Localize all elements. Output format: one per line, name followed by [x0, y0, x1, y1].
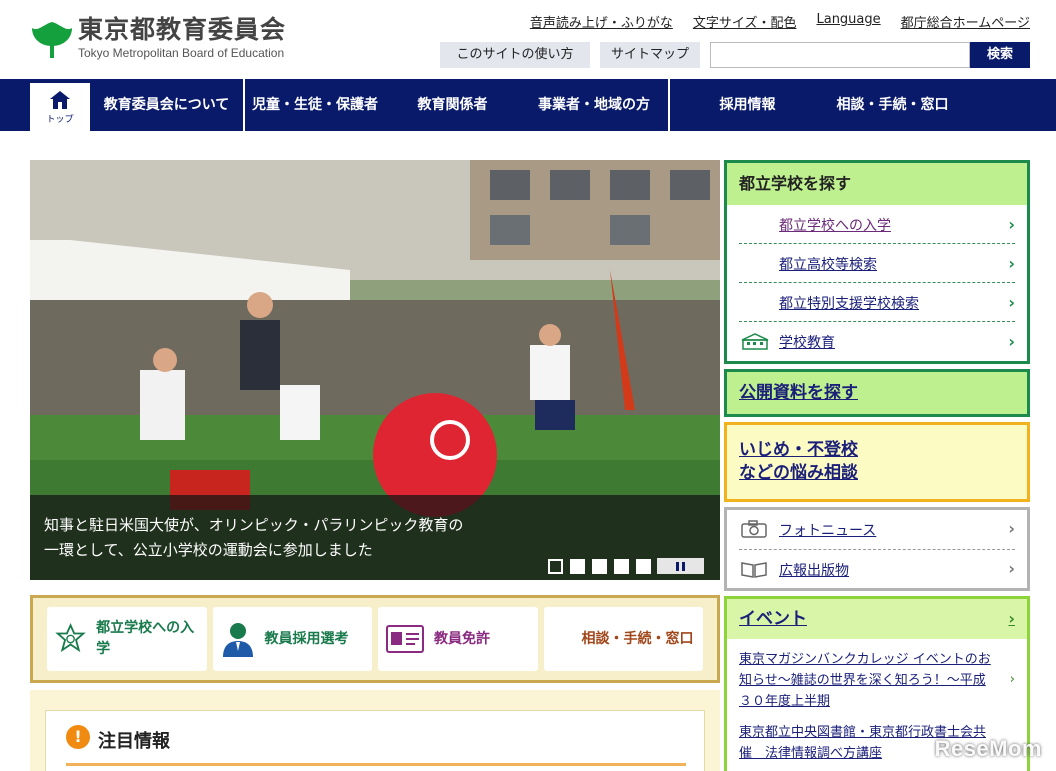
event-title: イベント [739, 609, 807, 629]
hero-slideshow[interactable]: 知事と駐日米国大使が、オリンピック・パラリンピック教育の 一環として、公立小学校… [30, 160, 720, 580]
chevron-right-icon: › [1008, 254, 1015, 273]
chevron-right-icon: › [1008, 559, 1015, 578]
school-admission-label: 都立学校への入学 [779, 218, 891, 234]
quick-consultation-label: 相談・手続・窓口 [581, 630, 694, 647]
nav-consultation[interactable]: 相談・手続・窓口 [825, 79, 960, 131]
slide-dot-3[interactable] [592, 559, 607, 574]
link-tokyo-gov-home[interactable]: 都庁総合ホームページ [901, 12, 1030, 31]
sub-buttons: このサイトの使い方 サイトマップ [440, 42, 700, 68]
quick-consultation[interactable]: 相談・手続・窓口 [543, 607, 703, 671]
license-card-icon [386, 625, 424, 653]
slideshow-pause-button[interactable] [657, 558, 704, 574]
consult-line-1: いじめ・不登校 [739, 440, 858, 460]
slide-dot-4[interactable] [614, 559, 629, 574]
special-school-search-link[interactable]: 都立特別支援学校検索 › [739, 283, 1015, 322]
home-icon [50, 90, 70, 109]
pause-icon [676, 561, 679, 571]
exclamation-icon: ! [66, 725, 90, 749]
chevron-right-icon: › [1008, 609, 1015, 628]
global-nav: トップ 教育委員会について 児童・生徒・保護者 教育関係者 事業者・地域の方 採… [0, 79, 1056, 131]
search-button[interactable]: 検索 [970, 42, 1030, 68]
publications-label: 広報出版物 [779, 563, 849, 579]
open-data-link[interactable]: 公開資料を探す [724, 369, 1030, 417]
camera-icon [741, 520, 767, 538]
search-input[interactable] [710, 42, 970, 68]
consult-line-2: などの悩み相談 [739, 463, 858, 483]
nav-about-board[interactable]: 教育委員会について [90, 79, 245, 131]
open-book-icon [741, 562, 767, 578]
hero-caption-line-1: 知事と駐日米国大使が、オリンピック・パラリンピック教育の [44, 516, 464, 534]
quick-teacher-license[interactable]: 教員免許 [378, 607, 538, 671]
school-search-title: 都立学校を探す [727, 163, 1027, 205]
photo-news-label: フォトニュース [779, 523, 877, 539]
bullying-consultation-link[interactable]: いじめ・不登校 などの悩み相談 [724, 422, 1030, 502]
nav-recruitment[interactable]: 採用情報 [670, 79, 825, 131]
nav-business-community[interactable]: 事業者・地域の方 [520, 79, 670, 131]
slide-dot-1[interactable] [548, 559, 563, 574]
quick-teacher-license-label: 教員免許 [434, 630, 490, 647]
link-text-size-color[interactable]: 文字サイズ・配色 [693, 12, 797, 31]
publications-link[interactable]: 広報出版物 › [739, 549, 1015, 588]
event-item-1[interactable]: 東京マガジンバンクカレッジ イベントのお知らせ〜雑誌の世界を深く知ろう！〜平成３… [739, 649, 1015, 712]
logo-title-en: Tokyo Metropolitan Board of Education [78, 46, 285, 60]
attention-title: 注目情報 [98, 731, 170, 752]
quick-teacher-recruitment[interactable]: 教員採用選考 [212, 607, 372, 671]
sitemap-button[interactable]: サイトマップ [600, 42, 700, 68]
quick-teacher-recruitment-label: 教員採用選考 [264, 630, 349, 647]
ginkgo-logo-icon [30, 16, 74, 60]
high-school-search-link[interactable]: 都立高校等検索 › [739, 244, 1015, 283]
person-icon [222, 623, 253, 657]
high-school-search-label: 都立高校等検索 [779, 257, 877, 273]
school-building-icon [741, 333, 769, 350]
logo-title-ja: 東京都教育委員会 [78, 15, 287, 44]
photo-news-link[interactable]: フォトニュース › [739, 510, 1015, 549]
event-item-1-text: 東京マガジンバンクカレッジ イベントのお知らせ〜雑誌の世界を深く知ろう！〜平成３… [739, 652, 991, 709]
slide-indicators [548, 559, 651, 574]
chevron-right-icon: › [1008, 332, 1015, 351]
quick-links: 都立学校への入学 教員採用選考 教員免許 相談・手続・窓口 [30, 595, 720, 683]
chevron-right-icon: › [1008, 293, 1015, 312]
flower-emblem-icon [55, 623, 86, 653]
school-education-label: 学校教育 [779, 335, 835, 351]
link-language[interactable]: Language [816, 12, 880, 31]
slide-dot-2[interactable] [570, 559, 585, 574]
school-search-box: 都立学校を探す 都立学校への入学 › 都立高校等検索 › 都立特別支援学校検索 … [724, 160, 1030, 364]
event-header-link[interactable]: イベント › [727, 599, 1027, 639]
open-data-label: 公開資料を探す [739, 383, 858, 403]
chevron-right-icon: › [1008, 519, 1015, 538]
nav-home-tab[interactable]: トップ [30, 83, 90, 131]
quick-school-admission-label: 都立学校への入学 [96, 620, 195, 657]
site-logo[interactable]: 東京都教育委員会 Tokyo Metropolitan Board of Edu… [30, 16, 330, 64]
how-to-use-button[interactable]: このサイトの使い方 [440, 42, 590, 68]
quick-school-admission[interactable]: 都立学校への入学 [47, 607, 207, 671]
nav-education-staff[interactable]: 教育関係者 [385, 79, 520, 131]
special-school-search-label: 都立特別支援学校検索 [779, 296, 919, 312]
slide-dot-5[interactable] [636, 559, 651, 574]
attention-section: ! 注目情報 [30, 690, 720, 771]
link-speech-furigana[interactable]: 音声読み上げ・ふりがな [530, 12, 673, 31]
nav-home-label: トップ [46, 114, 74, 125]
attention-divider [66, 763, 686, 766]
chevron-right-icon: › [1008, 215, 1015, 234]
chevron-right-icon: › [1009, 672, 1015, 687]
media-box: フォトニュース › 広報出版物 › [724, 507, 1030, 591]
resemom-watermark: ReseMom [934, 736, 1042, 761]
utility-links: 音声読み上げ・ふりがな 文字サイズ・配色 Language 都庁総合ホームページ [530, 12, 1030, 31]
school-admission-link[interactable]: 都立学校への入学 › [739, 205, 1015, 244]
school-education-link[interactable]: 学校教育 › [739, 322, 1015, 361]
hero-caption-line-2: 一環として、公立小学校の運動会に参加しました [44, 541, 373, 559]
nav-students-parents[interactable]: 児童・生徒・保護者 [245, 79, 385, 131]
